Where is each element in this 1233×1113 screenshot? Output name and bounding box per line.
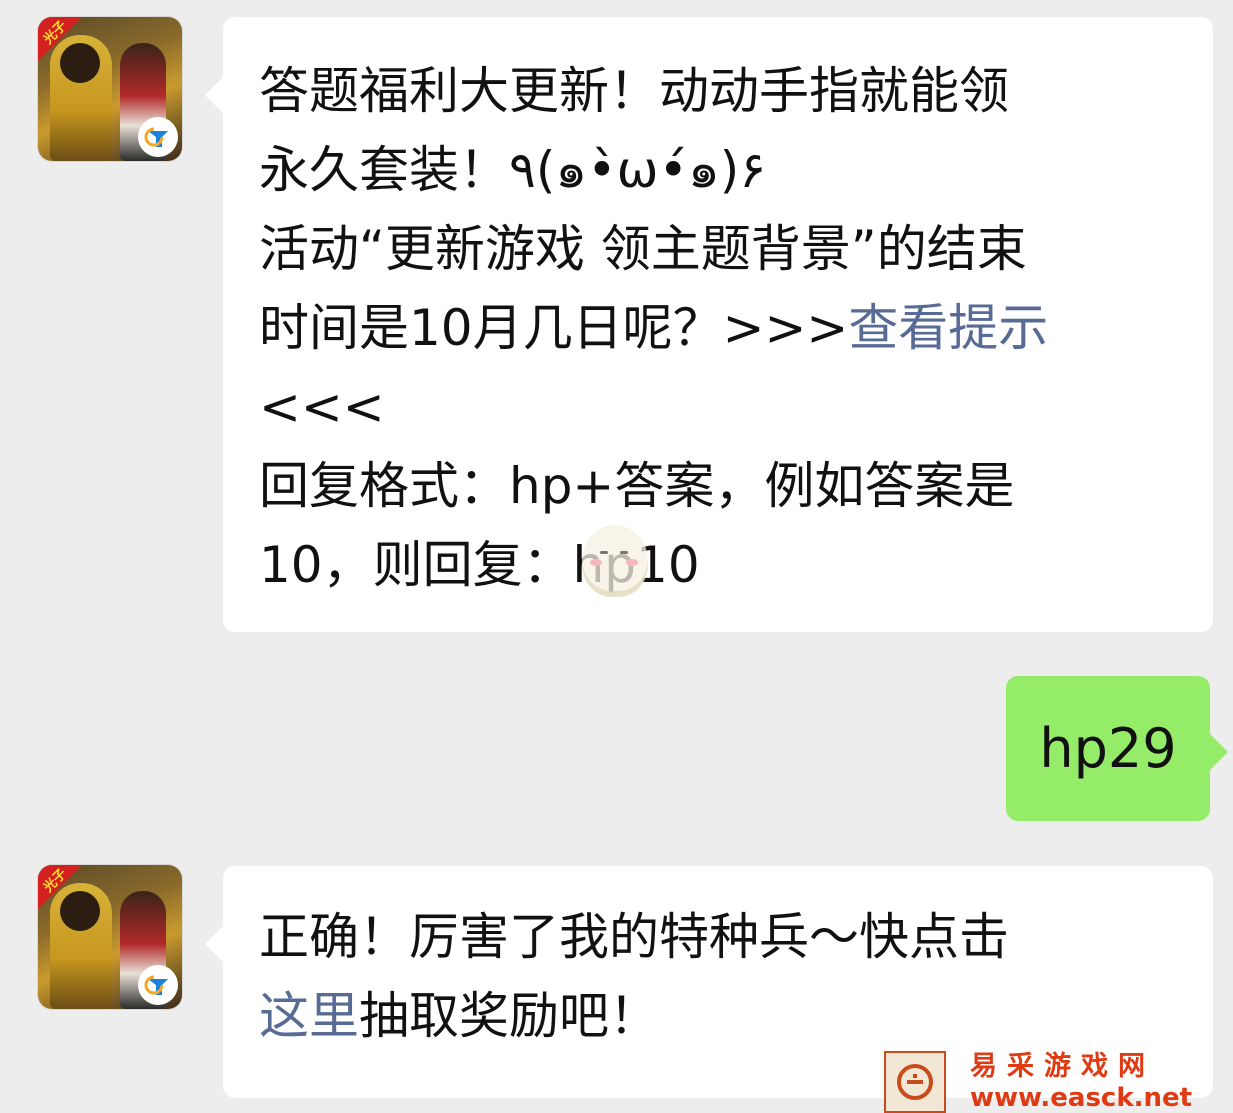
bot-avatar[interactable]: 光子	[38, 17, 182, 161]
watermark-title: 易采游戏网	[970, 1050, 1155, 1082]
avatar-hood	[60, 43, 100, 83]
watermark-url: www.easck.net	[970, 1082, 1193, 1113]
message-text: 正确！厉害了我的特种兵～快点击	[259, 908, 1009, 966]
tencent-games-logo-icon	[138, 965, 178, 1005]
message-text: 答题福利大更新！动动手指就能领	[259, 62, 1009, 120]
site-logo-icon	[884, 1050, 946, 1113]
hint-link[interactable]: 查看提示	[848, 299, 1048, 357]
message-text: 回复格式：hp+答案，例如答案是	[259, 457, 1015, 515]
reward-link[interactable]: 这里	[259, 987, 359, 1045]
watermark: 易采游戏网 www.easck.net	[884, 1050, 1233, 1113]
message-text: 10，则回复：hp10	[259, 536, 700, 594]
message-text: <<<	[259, 378, 385, 436]
message-bubble-bot: 答题福利大更新！动动手指就能领 永久套装！٩(๑•̀ω•́๑)۶ 活动“更新游戏…	[205, 17, 1213, 632]
avatar-hood	[60, 891, 100, 931]
message-text: 活动“更新游戏 领主题背景”的结束	[259, 220, 1027, 278]
message-text-line: 时间是10月几日呢？>>>查看提示	[259, 289, 1189, 368]
message-text-line: 这里抽取奖励吧！	[259, 977, 1189, 1056]
mascot-sticker-icon	[582, 525, 648, 597]
message-text: hp29	[1039, 717, 1177, 780]
message-text: 时间是10月几日呢？>>>	[259, 299, 849, 357]
message-text: 抽取奖励吧！	[359, 987, 659, 1045]
message-bubble-me: hp29	[1006, 676, 1228, 821]
tencent-games-logo-icon	[138, 117, 178, 157]
bot-avatar[interactable]: 光子	[38, 865, 182, 1009]
message-text: 永久套装！٩(๑•̀ω•́๑)۶	[259, 141, 767, 199]
